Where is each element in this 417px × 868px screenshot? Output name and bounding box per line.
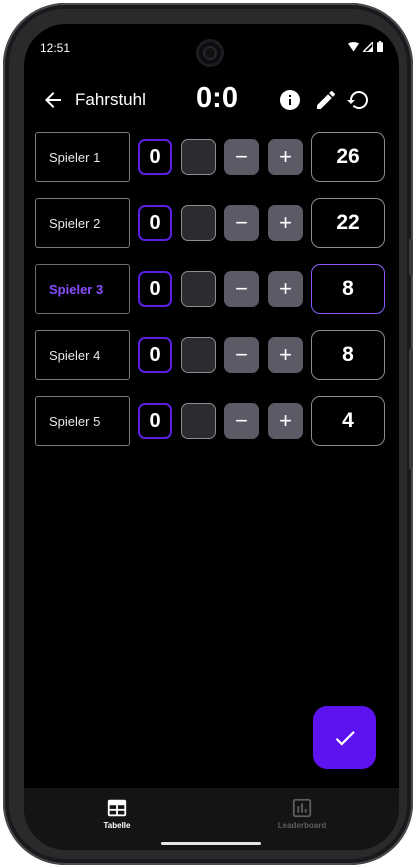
player-row-active: Spieler 3 0 − + 8 — [24, 264, 399, 314]
nav-label: Tabelle — [103, 821, 131, 830]
total-score: 4 — [311, 396, 385, 446]
minus-button[interactable]: − — [224, 403, 259, 439]
page-title: Fahrstuhl — [75, 90, 146, 109]
round-score[interactable]: 0 — [138, 205, 172, 241]
pencil-icon — [317, 90, 336, 109]
info-button[interactable] — [278, 88, 302, 112]
leaderboard-icon — [292, 798, 312, 818]
total-score: 8 — [311, 330, 385, 380]
arrow-left-icon — [45, 92, 61, 108]
confirm-button[interactable] — [313, 706, 376, 769]
minus-button[interactable]: − — [224, 271, 259, 307]
back-button[interactable] — [41, 88, 65, 112]
plus-button[interactable]: + — [268, 139, 303, 175]
player-row: Spieler 4 0 − + 8 — [24, 330, 399, 380]
phone-frame: 12:51 Fahrstuhl 0:0 Spieler 1 0 − + 26 S… — [3, 3, 413, 865]
info-icon — [280, 90, 300, 110]
plus-button[interactable]: + — [268, 403, 303, 439]
nav-item-tabelle[interactable]: Tabelle — [57, 794, 177, 834]
total-score: 8 — [311, 264, 385, 314]
status-time: 12:51 — [40, 41, 71, 55]
minus-button[interactable]: − — [224, 139, 259, 175]
app-bar: Fahrstuhl 0:0 — [24, 76, 399, 126]
wifi-icon — [348, 41, 359, 51]
round-score[interactable]: 0 — [138, 337, 172, 373]
table-icon — [107, 799, 127, 817]
score-display: 0:0 — [196, 82, 238, 114]
minus-button[interactable]: − — [224, 337, 259, 373]
player-name[interactable]: Spieler 4 — [35, 330, 130, 380]
round-score[interactable]: 0 — [138, 271, 172, 307]
reset-button[interactable] — [346, 88, 370, 112]
nav-item-leaderboard[interactable]: Leaderboard — [242, 794, 362, 834]
round-score[interactable]: 0 — [138, 403, 172, 439]
player-name[interactable]: Spieler 2 — [35, 198, 130, 248]
bottom-nav: Tabelle Leaderboard — [24, 788, 399, 850]
check-icon — [335, 730, 355, 746]
volume-button — [409, 349, 413, 469]
total-score: 26 — [311, 132, 385, 182]
plus-button[interactable]: + — [268, 271, 303, 307]
power-button — [409, 239, 413, 275]
score-input[interactable] — [181, 205, 216, 241]
screen: 12:51 Fahrstuhl 0:0 Spieler 1 0 − + 26 S… — [24, 24, 399, 850]
home-indicator — [161, 842, 261, 845]
minus-button[interactable]: − — [224, 205, 259, 241]
player-name[interactable]: Spieler 5 — [35, 396, 130, 446]
score-input[interactable] — [181, 403, 216, 439]
player-name[interactable]: Spieler 1 — [35, 132, 130, 182]
status-bar: 12:51 — [24, 24, 399, 72]
refresh-icon — [347, 91, 368, 109]
player-row: Spieler 2 0 − + 22 — [24, 198, 399, 248]
plus-button[interactable]: + — [268, 205, 303, 241]
player-row: Spieler 5 0 − + 4 — [24, 396, 399, 446]
player-name[interactable]: Spieler 3 — [35, 264, 130, 314]
total-score: 22 — [311, 198, 385, 248]
player-row: Spieler 1 0 − + 26 — [24, 132, 399, 182]
score-input[interactable] — [181, 271, 216, 307]
front-camera — [196, 39, 224, 67]
score-input[interactable] — [181, 139, 216, 175]
status-icons — [348, 41, 383, 52]
edit-button[interactable] — [314, 88, 338, 112]
signal-icon — [363, 41, 373, 52]
round-score[interactable]: 0 — [138, 139, 172, 175]
score-input[interactable] — [181, 337, 216, 373]
battery-icon — [377, 41, 383, 52]
nav-label: Leaderboard — [277, 821, 327, 830]
plus-button[interactable]: + — [268, 337, 303, 373]
